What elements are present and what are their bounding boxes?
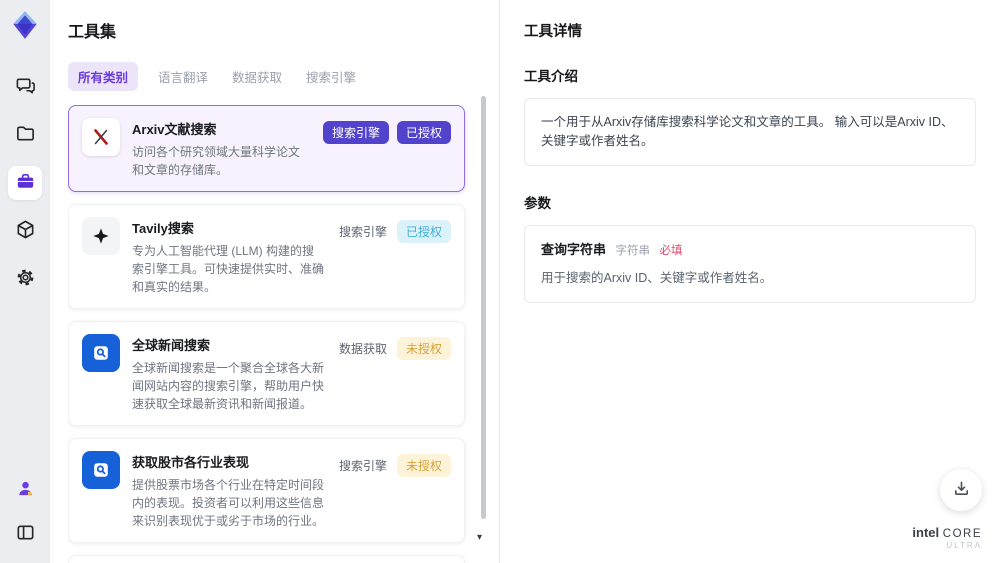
category-badge: 数据获取 xyxy=(338,342,387,356)
tool-card[interactable]: 全球新闻搜索 全球新闻搜索是一个聚合全球各大新闻网站内容的搜索引擎，帮助用户快速… xyxy=(68,321,465,426)
tool-detail-pane: 工具详情 工具介绍 一个用于从Arxiv存储库搜索科学论文和文章的工具。 输入可… xyxy=(500,0,1000,563)
param-name: 查询字符串 xyxy=(541,241,607,257)
brand-core: CORE xyxy=(942,527,982,540)
download-button[interactable] xyxy=(940,469,982,511)
scrollbar-thumb[interactable] xyxy=(481,96,486,519)
intro-heading: 工具介绍 xyxy=(524,69,578,84)
brand-ultra: ULTRA xyxy=(946,541,982,551)
arxiv-logo-icon xyxy=(82,118,120,156)
category-badge: 搜索引擎 xyxy=(338,225,387,239)
download-icon xyxy=(952,479,971,501)
category-badge: 搜索引擎 xyxy=(322,121,389,144)
tool-name: 全球新闻搜索 xyxy=(132,338,211,353)
tool-text: 获取股市各行业表现 提供股票市场各个行业在特定时间段内的表现。投资者可以利用这些… xyxy=(132,451,325,530)
sidebar-item-tools[interactable] xyxy=(8,166,42,200)
param-description: 用于搜索的Arxiv ID、关键字或作者姓名。 xyxy=(541,270,773,285)
app-window: 工具集 所有类别 语言翻译 数据获取 搜索引擎 Arxiv文献搜索 访问各个研究… xyxy=(0,0,1000,563)
params-heading: 参数 xyxy=(524,195,551,211)
tool-icon xyxy=(82,118,120,156)
search-app-icon xyxy=(82,451,120,489)
chat-icon xyxy=(15,75,36,99)
params-box: 查询字符串 字符串 必填 用于搜索的Arxiv ID、关键字或作者姓名。 xyxy=(524,224,976,303)
detail-title: 工具详情 xyxy=(524,24,582,40)
tool-name: 获取股市各行业表现 xyxy=(132,455,250,470)
tab-0[interactable]: 所有类别 xyxy=(68,62,139,91)
tab-3[interactable]: 搜索引擎 xyxy=(302,62,360,91)
auth-status-badge: 已授权 xyxy=(396,220,451,243)
main-content: 工具集 所有类别 语言翻译 数据获取 搜索引擎 Arxiv文献搜索 访问各个研究… xyxy=(50,0,1000,563)
tool-list: Arxiv文献搜索 访问各个研究领域大量科学论文和文章的存储库。 搜索引擎 已授… xyxy=(68,105,499,563)
tool-description: 访问各个研究领域大量科学论文和文章的存储库。 xyxy=(132,145,301,177)
tool-card[interactable]: 获取股市各行业表现 提供股票市场各个行业在特定时间段内的表现。投资者可以利用这些… xyxy=(68,438,465,543)
tool-badges: 数据获取 未授权 xyxy=(337,334,451,360)
param-type: 字符串 xyxy=(615,244,651,257)
tool-card[interactable]: Arxiv文献搜索 访问各个研究领域大量科学论文和文章的存储库。 搜索引擎 已授… xyxy=(68,105,465,192)
tool-description: 全球新闻搜索是一个聚合全球各大新闻网站内容的搜索引擎，帮助用户快速获取全球最新资… xyxy=(132,361,325,411)
category-tabs: 所有类别 语言翻译 数据获取 搜索引擎 xyxy=(68,62,499,91)
search-app-icon xyxy=(82,334,120,372)
page-title: 工具集 xyxy=(68,24,117,41)
tool-badges: 搜索引擎 已授权 xyxy=(337,217,451,243)
sidebar-item-collapse[interactable] xyxy=(8,517,42,551)
auth-status-badge: 未授权 xyxy=(396,337,451,360)
tool-icon xyxy=(82,451,120,489)
sidebar-item-settings[interactable] xyxy=(8,262,42,296)
auth-status-badge: 已授权 xyxy=(396,121,451,144)
param-required-badge: 必填 xyxy=(659,244,683,257)
tool-icon xyxy=(82,334,120,372)
tab-2[interactable]: 数据获取 xyxy=(228,62,286,91)
intro-box: 一个用于从Arxiv存储库搜索科学论文和文章的工具。 输入可以是Arxiv ID… xyxy=(524,98,976,166)
user-icon xyxy=(15,478,36,502)
sidebar-item-files[interactable] xyxy=(8,118,42,152)
tool-card[interactable]: Tavily搜索 专为人工智能代理 (LLM) 构建的搜索引擎工具。可快速提供实… xyxy=(68,204,465,309)
tool-name: Tavily搜索 xyxy=(132,221,194,236)
tab-1[interactable]: 语言翻译 xyxy=(154,62,212,91)
intel-core-logo: intel CORE ULTRA xyxy=(912,525,982,551)
tool-list-pane: 工具集 所有类别 语言翻译 数据获取 搜索引擎 Arxiv文献搜索 访问各个研究… xyxy=(50,0,500,563)
rail-nav xyxy=(8,70,42,296)
icon-rail xyxy=(0,0,50,563)
app-logo-icon xyxy=(10,10,40,40)
tool-text: Tavily搜索 专为人工智能代理 (LLM) 构建的搜索引擎工具。可快速提供实… xyxy=(132,217,325,296)
cube-icon xyxy=(15,219,36,243)
tool-text: Arxiv文献搜索 访问各个研究领域大量科学论文和文章的存储库。 xyxy=(132,118,311,179)
list-scrollbar[interactable]: ▾ xyxy=(477,96,486,545)
briefcase-icon xyxy=(15,171,36,195)
tavily-star-icon xyxy=(82,217,120,255)
tool-name: Arxiv文献搜索 xyxy=(132,122,217,137)
tool-badges: 搜索引擎 未授权 xyxy=(337,451,451,477)
brand-intel: intel xyxy=(912,524,940,540)
tool-description: 提供股票市场各个行业在特定时间段内的表现。投资者可以利用这些信息来识别表现优于或… xyxy=(132,478,325,528)
gear-icon xyxy=(15,267,36,291)
tool-icon xyxy=(82,217,120,255)
sidebar-item-user[interactable] xyxy=(8,473,42,507)
tool-text: 全球新闻搜索 全球新闻搜索是一个聚合全球各大新闻网站内容的搜索引擎，帮助用户快速… xyxy=(132,334,325,413)
tool-badges: 搜索引擎 已授权 xyxy=(322,118,451,144)
rail-bottom xyxy=(8,473,42,551)
param-row: 查询字符串 字符串 必填 用于搜索的Arxiv ID、关键字或作者姓名。 xyxy=(541,240,959,288)
tool-card[interactable]: 获取市场最活跃股票信息 提供当天交易量最高的股票列表，投资者可以利用这些信息来识… xyxy=(68,555,465,563)
sidebar-item-models[interactable] xyxy=(8,214,42,248)
sidebar-item-chat[interactable] xyxy=(8,70,42,104)
folder-icon xyxy=(15,123,36,147)
layout-panel-icon xyxy=(15,522,36,546)
tool-description: 专为人工智能代理 (LLM) 构建的搜索引擎工具。可快速提供实时、准确和真实的结… xyxy=(132,244,325,294)
auth-status-badge: 未授权 xyxy=(396,454,451,477)
category-badge: 搜索引擎 xyxy=(338,459,387,473)
scroll-down-arrow-icon[interactable]: ▾ xyxy=(477,533,482,543)
